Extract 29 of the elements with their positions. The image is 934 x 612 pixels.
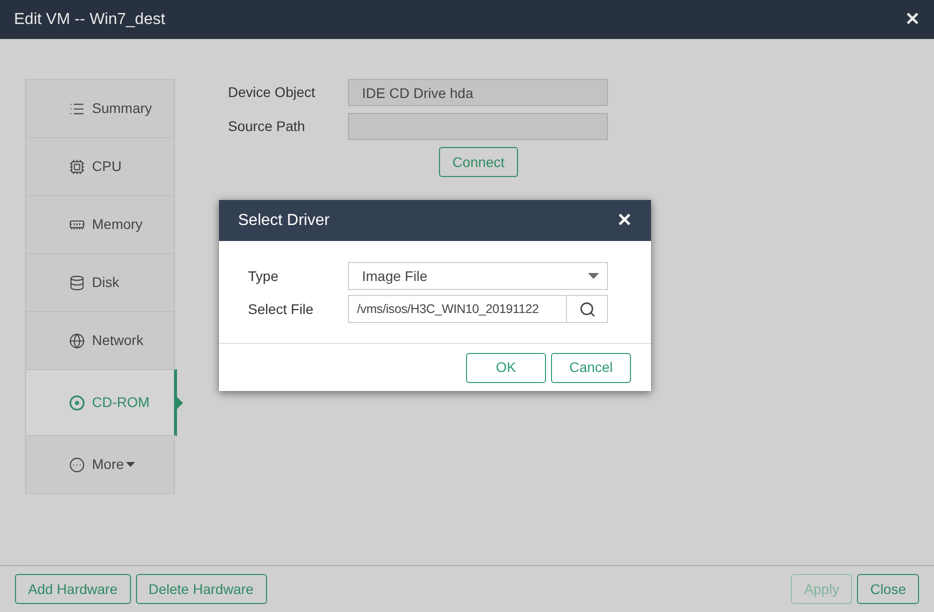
globe-icon xyxy=(69,332,85,348)
field-label: Source Path xyxy=(228,117,306,136)
sidebar-tab[interactable]: More xyxy=(25,435,175,494)
dialog-title: Select Driver xyxy=(238,210,330,230)
sidebar-tab[interactable]: Summary xyxy=(25,79,175,138)
ellipsis-icon xyxy=(69,456,85,472)
sidebar-tab[interactable]: CPU xyxy=(25,137,175,196)
field-label: Type xyxy=(248,266,280,286)
pointer-icon xyxy=(177,397,183,409)
field-label: Select File xyxy=(248,300,314,318)
type-select[interactable]: Image File xyxy=(348,262,608,290)
disc-icon xyxy=(69,394,85,410)
close-button[interactable]: ✕ xyxy=(617,207,632,234)
sidebar-tab[interactable]: Network xyxy=(25,311,175,370)
dropdown-caret-icon xyxy=(588,273,599,279)
dialog-button[interactable]: OK xyxy=(466,352,546,382)
sidebar-tab[interactable]: Disk xyxy=(25,253,175,312)
database-icon xyxy=(69,274,85,290)
dialog-button[interactable]: Cancel xyxy=(551,352,631,382)
window-title: Edit VM -- Win7_dest xyxy=(14,10,166,30)
close-button[interactable]: ✕ xyxy=(905,6,920,33)
sidebar-tab[interactable]: Memory xyxy=(25,195,175,254)
field-label: Device Object xyxy=(228,83,316,102)
chip-icon xyxy=(69,158,85,174)
search-icon xyxy=(578,300,596,318)
text-field[interactable]: IDE CD Drive hda xyxy=(348,79,608,106)
browse-button[interactable] xyxy=(567,295,608,323)
text-field[interactable] xyxy=(348,113,608,140)
file-path-field[interactable]: /vms/isos/H3C_WIN10_20191122 xyxy=(348,295,567,323)
